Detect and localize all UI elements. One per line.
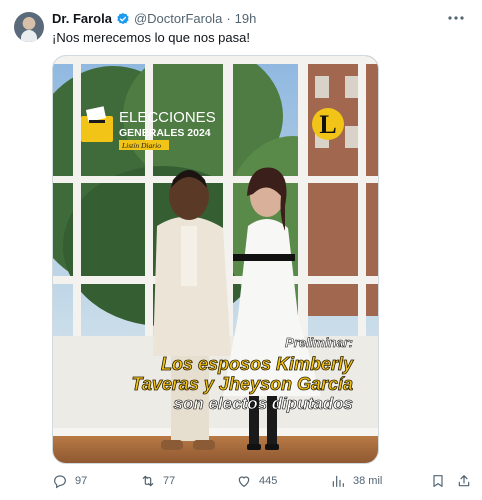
logo-letter: L — [319, 110, 336, 139]
share-button[interactable] — [456, 473, 472, 489]
repost-count: 77 — [163, 475, 176, 487]
like-button[interactable]: 445 — [236, 473, 277, 489]
reply-icon — [54, 475, 66, 489]
more-options-icon[interactable] — [446, 10, 466, 26]
verified-badge-icon — [117, 12, 129, 24]
badge-line1: ELECCIONES — [119, 109, 216, 126]
badge-brand: Listín Diario — [121, 141, 161, 150]
reply-count: 97 — [75, 475, 88, 487]
reply-button[interactable]: 97 — [52, 473, 87, 489]
share-icon — [458, 475, 470, 487]
views-count: 38 mil — [353, 475, 383, 487]
bookmark-button[interactable] — [430, 473, 446, 489]
timestamp[interactable]: 19h — [235, 11, 257, 26]
overlay-line2: Taveras y Jheyson García — [132, 374, 353, 394]
overlay-line1: Los esposos Kimberly — [161, 354, 354, 374]
like-count: 445 — [259, 475, 278, 487]
tweet-header: Dr. Farola @DoctorFarola · 19h — [52, 11, 256, 26]
repost-icon — [142, 475, 154, 487]
badge-line2: GENERALES 2024 — [119, 127, 211, 139]
tweet-text: ¡Nos merecemos lo que nos pasa! — [52, 30, 250, 45]
overlay-kicker: Preliminar: — [285, 335, 353, 350]
tweet-media[interactable]: ELECCIONES GENERALES 2024 Listín Diario … — [52, 55, 379, 464]
tweet[interactable]: Dr. Farola @DoctorFarola · 19h ¡Nos mere… — [0, 0, 482, 500]
media-photo: ELECCIONES GENERALES 2024 Listín Diario … — [53, 56, 378, 463]
author-name[interactable]: Dr. Farola — [52, 11, 112, 26]
overlay-line3: son electos diputados — [174, 394, 353, 413]
separator-dot: · — [226, 11, 231, 26]
bookmark-icon — [433, 475, 443, 487]
listin-logo: L — [312, 108, 344, 140]
heart-icon — [238, 476, 250, 488]
tweet-actions: 97 77 445 38 mil — [52, 473, 472, 493]
author-handle[interactable]: @DoctorFarola — [134, 11, 222, 26]
views-button[interactable]: 38 mil — [330, 473, 382, 489]
repost-button[interactable]: 77 — [140, 473, 175, 489]
views-chart-icon — [332, 475, 344, 487]
avatar[interactable] — [14, 12, 44, 42]
